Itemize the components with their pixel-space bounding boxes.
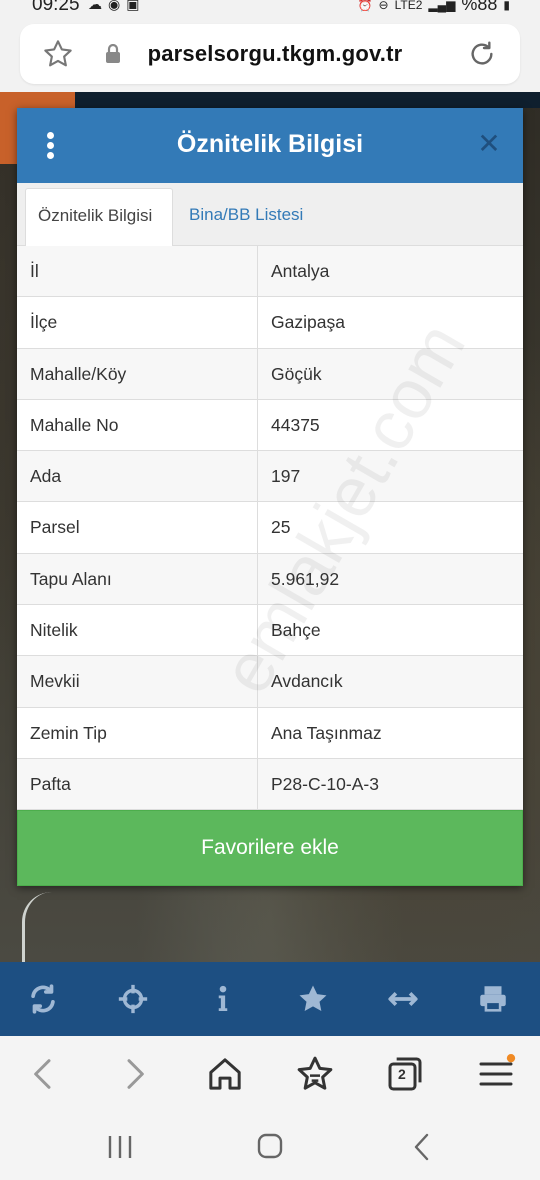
network-label: LTE2 [394,0,423,12]
reload-icon[interactable] [466,38,498,70]
menu-icon[interactable] [476,1054,516,1094]
table-row: Mahalle/Köy Göçük [17,348,523,400]
crosshair-icon[interactable] [116,982,150,1016]
table-row: Ada 197 [17,451,523,503]
back-icon[interactable] [24,1054,64,1094]
tab-building-list[interactable]: Bina/BB Listesi [177,188,315,246]
status-bar: 09:25 ☁ ◉ ▣ ⏰ ⊖ LTE2 ▂▄▆ %88 ▮ [0,0,540,16]
row-key: Zemin Tip [17,707,258,758]
system-icons: ⏰ ⊖ LTE2 ▂▄▆ %88 ▮ [358,0,510,15]
app-notification-icon: ◉ [108,0,121,12]
attribute-table: İl Antalya İlçe Gazipaşa Mahalle/Köy Göçük … [17,246,523,811]
row-key: İlçe [17,297,258,348]
row-value: Göçük [271,363,322,384]
forward-icon[interactable] [114,1054,154,1094]
row-key: Mahalle No [17,399,258,451]
system-nav-bar [0,1112,540,1180]
row-key: Nitelik [17,605,258,656]
url-text[interactable]: parselsorgu.tkgm.gov.tr [20,41,520,67]
table-row: İlçe Gazipaşa [17,297,523,349]
attribute-info-modal: Öznitelik Bilgisi ✕ Öznitelik Bilgisi Bi… [17,108,523,886]
close-icon[interactable]: ✕ [475,130,503,158]
home-button-icon[interactable] [252,1132,288,1162]
calendar-icon: ▣ [126,0,140,12]
row-key: Mahalle/Köy [17,348,258,399]
row-value: Antalya [271,261,330,281]
tab-attribute-info[interactable]: Öznitelik Bilgisi [25,188,173,246]
modal-title: Öznitelik Bilgisi [176,130,364,158]
table-row: Zemin Tip Ana Taşınmaz [17,707,523,759]
battery-icon: ▮ [503,0,510,12]
table-row: Nitelik Bahçe [17,605,523,657]
row-value: 197 [271,466,301,487]
recent-apps-icon[interactable] [102,1132,138,1162]
row-value: Ana Taşınmaz [271,722,382,743]
signal-icon: ▂▄▆ [428,0,456,12]
cloud-icon: ☁ [88,0,102,12]
table-row: Mevkii Avdancık [17,656,523,708]
dnd-icon: ⊖ [378,0,389,12]
row-value: 44375 [271,414,320,435]
map-toolbar [0,962,540,1036]
row-key: İl [17,246,258,297]
row-value: Bahçe [271,620,321,641]
alarm-icon: ⏰ [357,0,373,12]
table-row: Pafta P28-C-10-A-3 [17,758,523,811]
row-key: Mevkii [17,656,258,707]
star-icon[interactable] [296,982,330,1016]
print-icon[interactable] [476,982,510,1016]
browser-toolbar: 2 [0,1036,540,1112]
notification-icons: ☁ ◉ ▣ [88,0,139,13]
row-value: Gazipaşa [271,312,345,333]
battery-label: %88 [461,0,498,14]
table-row: Tapu Alanı 5.961,92 [17,553,523,606]
row-key: Ada [17,451,258,502]
row-key: Parsel [17,502,258,553]
modal-tabs: Öznitelik Bilgisi Bina/BB Listesi [17,183,523,246]
map-road [22,892,62,962]
address-bar[interactable]: parselsorgu.tkgm.gov.tr [20,24,520,84]
modal-header: Öznitelik Bilgisi ✕ [17,108,523,183]
measure-icon[interactable] [386,982,420,1016]
map-header-band [75,92,540,108]
table-row: İl Antalya [17,246,523,298]
tab-count: 2 [398,1066,406,1082]
table-row: Mahalle No 44375 [17,399,523,452]
back-button-icon[interactable] [405,1132,441,1162]
status-time: 09:25 [32,0,80,15]
info-icon[interactable] [206,982,240,1016]
row-key: Pafta [17,758,258,810]
row-value: P28-C-10-A-3 [271,773,379,794]
home-icon[interactable] [205,1054,245,1094]
row-key: Tapu Alanı [17,553,258,605]
table-row: Parsel 25 [17,502,523,554]
row-value: Avdancık [271,671,343,692]
bookmarks-icon[interactable] [295,1054,335,1094]
refresh-icon[interactable] [26,982,60,1016]
row-value: 25 [271,517,291,538]
add-favorites-button[interactable]: Favorilere ekle [17,810,523,886]
row-value: 5.961,92 [271,568,340,589]
